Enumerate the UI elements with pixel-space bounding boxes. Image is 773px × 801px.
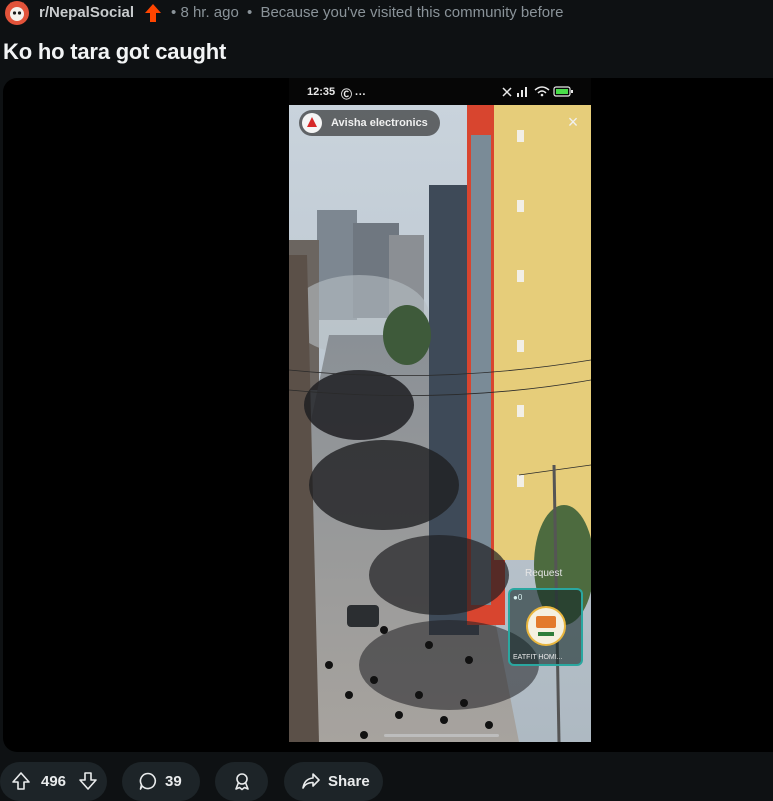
post-time[interactable]: 8 hr. ago xyxy=(180,4,238,21)
downvote-icon[interactable] xyxy=(78,771,98,791)
account-logo-icon xyxy=(302,113,322,133)
status-icons xyxy=(502,86,573,97)
award-button[interactable] xyxy=(215,762,268,801)
account-name: Avisha electronics xyxy=(331,117,428,129)
post-header: r/NepalSocial • 8 hr. ago • Because you'… xyxy=(0,0,773,26)
upvote-count: 496 xyxy=(41,773,67,790)
upvote-icon[interactable] xyxy=(11,771,31,791)
post-meta: • 8 hr. ago • Because you've visited thi… xyxy=(171,4,563,21)
story-account-tag: Avisha electronics xyxy=(299,110,440,136)
award-icon xyxy=(235,773,249,791)
share-label: Share xyxy=(328,773,370,790)
video-frame: 12:35 Ⓒ ··· Avisha electronics × Request… xyxy=(289,78,591,742)
promo-logo-icon xyxy=(526,606,566,646)
separator-dot: • xyxy=(171,4,177,21)
subreddit-avatar-icon[interactable] xyxy=(2,0,32,26)
trending-arrow-icon xyxy=(145,4,161,22)
vote-control: 496 xyxy=(0,762,107,801)
promo-card: ●0 EATFIT HOMI... xyxy=(508,588,583,666)
subreddit-name[interactable]: r/NepalSocial xyxy=(39,4,134,21)
status-time: 12:35 xyxy=(307,86,336,98)
status-extra: Ⓒ ··· xyxy=(341,89,367,101)
share-button[interactable]: Share xyxy=(284,762,383,801)
promo-text: EATFIT HOMI... xyxy=(513,654,563,661)
video-player[interactable]: 12:35 Ⓒ ··· Avisha electronics × Request… xyxy=(3,78,773,752)
phone-status-bar: 12:35 Ⓒ ··· xyxy=(289,82,591,102)
recommendation-reason: Because you've visited this community be… xyxy=(260,4,564,21)
share-icon xyxy=(302,773,320,789)
post-title[interactable]: Ko ho tara got caught xyxy=(3,39,226,65)
post-action-bar: 496 39 Share xyxy=(0,762,773,801)
close-icon: × xyxy=(567,112,579,132)
comment-icon xyxy=(139,772,157,790)
home-indicator xyxy=(384,734,499,737)
comment-count: 39 xyxy=(165,773,182,790)
viewer-count: ●0 xyxy=(513,593,523,602)
separator-dot: • xyxy=(247,4,253,21)
comments-button[interactable]: 39 xyxy=(122,762,200,801)
request-label: Request xyxy=(525,568,563,579)
